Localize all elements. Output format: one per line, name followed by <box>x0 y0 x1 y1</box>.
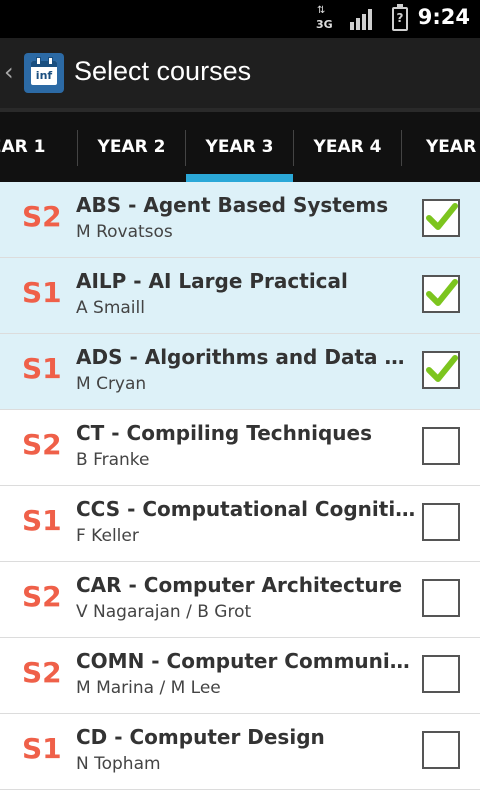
course-checkbox[interactable] <box>422 503 460 541</box>
semester-label: S1 <box>22 276 62 309</box>
tab-year-1[interactable]: YEAR 1 <box>0 112 65 182</box>
network-3g-icon: ⇅ 3G <box>314 6 336 32</box>
course-name: CAR - Computer Architecture <box>76 573 403 597</box>
action-bar: ‹ inf Select courses <box>0 38 480 108</box>
checkmark-icon <box>426 203 458 230</box>
tab-year-2[interactable]: YEAR 2 <box>78 112 185 182</box>
course-row[interactable]: S1 ADS - Algorithms and Data Structures … <box>0 334 480 410</box>
signal-strength-icon <box>350 8 376 30</box>
page-title: Select courses <box>74 56 252 86</box>
course-row[interactable]: S1 AILP - AI Large Practical A Smaill <box>0 258 480 334</box>
course-name: CT - Compiling Techniques <box>76 421 372 445</box>
course-list: S2 ABS - Agent Based Systems M Rovatsos … <box>0 182 480 790</box>
app-calendar-icon[interactable]: inf <box>24 53 64 93</box>
year-tab-strip: YEAR 1 YEAR 2 YEAR 3 YEAR 4 YEAR 5 <box>0 108 480 182</box>
app-icon-label: inf <box>35 69 53 82</box>
lecturer-name: M Rovatsos <box>76 222 173 242</box>
clock: 9:24 <box>417 5 470 29</box>
course-row[interactable]: S2 CT - Compiling Techniques B Franke <box>0 410 480 486</box>
lecturer-name: M Marina / M Lee <box>76 678 221 698</box>
course-name: CD - Computer Design <box>76 725 325 749</box>
course-name: COMN - Computer Communications and Netwo… <box>76 649 418 673</box>
lecturer-name: B Franke <box>76 450 150 470</box>
tab-year-4[interactable]: YEAR 4 <box>294 112 401 182</box>
semester-label: S1 <box>22 504 62 537</box>
course-row[interactable]: S2 CAR - Computer Architecture V Nagaraj… <box>0 562 480 638</box>
semester-label: S2 <box>22 428 62 461</box>
course-row[interactable]: S2 COMN - Computer Communications and Ne… <box>0 638 480 714</box>
status-bar: ⇅ 3G ? 9:24 <box>0 0 480 38</box>
course-name: ADS - Algorithms and Data Structures <box>76 345 418 369</box>
lecturer-name: F Keller <box>76 526 139 546</box>
battery-icon: ? <box>392 4 408 31</box>
battery-unknown-mark: ? <box>396 11 404 25</box>
course-row[interactable]: S1 CD - Computer Design N Topham <box>0 714 480 790</box>
checkmark-icon <box>426 355 458 382</box>
tab-year-3[interactable]: YEAR 3 <box>186 112 293 182</box>
lecturer-name: A Smaill <box>76 298 145 318</box>
course-name: ABS - Agent Based Systems <box>76 193 389 217</box>
semester-label: S2 <box>22 580 62 613</box>
course-checkbox[interactable] <box>422 655 460 693</box>
lecturer-name: N Topham <box>76 754 161 774</box>
tab-year-5[interactable]: YEAR 5 <box>402 112 480 182</box>
checkmark-icon <box>426 279 458 306</box>
network-type-label: 3G <box>316 18 333 31</box>
course-checkbox[interactable] <box>422 579 460 617</box>
lecturer-name: V Nagarajan / B Grot <box>76 602 252 622</box>
semester-label: S2 <box>22 200 62 233</box>
course-checkbox[interactable] <box>422 731 460 769</box>
course-row[interactable]: S2 ABS - Agent Based Systems M Rovatsos <box>0 182 480 258</box>
course-checkbox[interactable] <box>422 275 460 313</box>
semester-label: S1 <box>22 732 62 765</box>
course-checkbox[interactable] <box>422 351 460 389</box>
selected-tab-indicator <box>186 174 293 182</box>
data-arrows-icon: ⇅ <box>317 5 325 16</box>
course-row[interactable]: S1 CCS - Computational Cognitive Science… <box>0 486 480 562</box>
back-chevron-icon[interactable]: ‹ <box>4 58 14 86</box>
semester-label: S1 <box>22 352 62 385</box>
course-checkbox[interactable] <box>422 427 460 465</box>
course-checkbox[interactable] <box>422 199 460 237</box>
semester-label: S2 <box>22 656 62 689</box>
course-name: AILP - AI Large Practical <box>76 269 348 293</box>
course-name: CCS - Computational Cognitive Science <box>76 497 418 521</box>
lecturer-name: M Cryan <box>76 374 147 394</box>
